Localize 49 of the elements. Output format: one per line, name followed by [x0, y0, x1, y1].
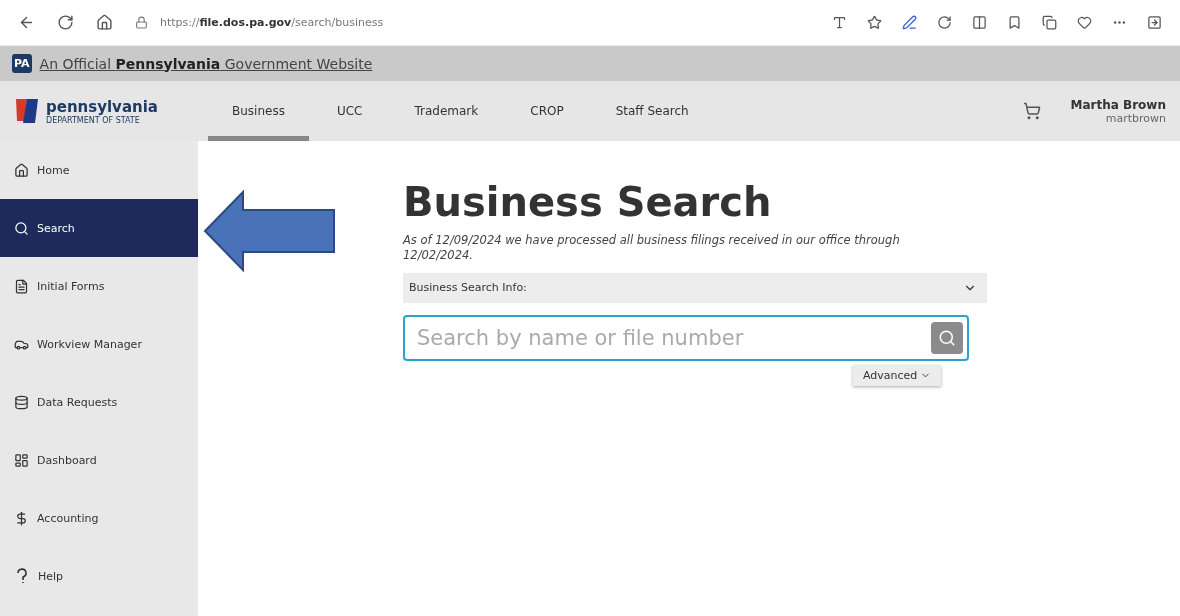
- sidebar-item[interactable]: Data Requests: [0, 373, 198, 431]
- nav-tab[interactable]: UCC: [312, 81, 387, 141]
- heart-icon[interactable]: [1077, 15, 1092, 30]
- search-icon: [14, 220, 29, 236]
- lock-icon: [135, 16, 148, 29]
- notice-text: As of 12/09/2024 we have processed all business filings received in our office through 12/02/2024.: [403, 233, 901, 263]
- refresh-icon[interactable]: [57, 14, 74, 31]
- home-icon: [14, 162, 29, 178]
- refresh-icon[interactable]: [937, 15, 952, 30]
- gov-banner-link[interactable]: An Official Pennsylvania Government Website: [39, 55, 373, 72]
- collections-icon[interactable]: [1042, 15, 1057, 30]
- sidebar-item[interactable]: Dashboard: [0, 431, 198, 489]
- sidebar-item[interactable]: Accounting: [0, 489, 198, 547]
- search-icon: [938, 328, 956, 347]
- sidebar-item[interactable]: Help: [0, 547, 198, 605]
- sidebar-item[interactable]: Home: [0, 141, 198, 199]
- info-dropdown[interactable]: Business Search Info:: [403, 272, 987, 303]
- logo-name: pennsylvania: [46, 97, 158, 116]
- home-icon[interactable]: [96, 14, 113, 31]
- back-icon[interactable]: [18, 14, 35, 31]
- user-id: martbrown: [1105, 111, 1166, 125]
- document-icon: [14, 278, 29, 294]
- pa-badge: PA: [12, 54, 32, 73]
- star-icon[interactable]: [867, 15, 882, 30]
- nav-tab[interactable]: Business: [208, 81, 309, 141]
- nav-tab[interactable]: Staff Search: [591, 81, 713, 141]
- logo-subtitle: DEPARTMENT OF STATE: [46, 115, 141, 125]
- search-button[interactable]: [931, 321, 963, 354]
- sidebar-icon[interactable]: [1147, 15, 1162, 30]
- nav-tab[interactable]: Trademark: [390, 81, 503, 141]
- question-mark-icon: [14, 568, 30, 584]
- user-name: Martha Brown: [1070, 97, 1166, 112]
- cart-icon[interactable]: [1022, 102, 1041, 120]
- dollar-icon: [14, 510, 29, 526]
- database-icon: [14, 394, 29, 410]
- pen-icon[interactable]: [902, 15, 917, 30]
- nav-tab[interactable]: CROP: [506, 81, 588, 141]
- address-bar[interactable]: https://file.dos.pa.gov/search/business: [135, 16, 810, 29]
- favorites-icon[interactable]: [1007, 15, 1022, 30]
- sidebar-item[interactable]: Search: [0, 199, 198, 257]
- read-aloud-icon[interactable]: [832, 15, 847, 30]
- keystone-logo-icon: [14, 97, 40, 125]
- search-field[interactable]: Search by name or file number: [403, 314, 969, 361]
- dashboard-icon: [14, 452, 29, 468]
- sidebar-item[interactable]: Workview Manager: [0, 315, 198, 373]
- sidebar-item[interactable]: Initial Forms: [0, 257, 198, 315]
- split-screen-icon[interactable]: [972, 15, 987, 30]
- page-title: Business Search: [403, 179, 773, 225]
- advanced-button[interactable]: Advanced: [853, 364, 942, 386]
